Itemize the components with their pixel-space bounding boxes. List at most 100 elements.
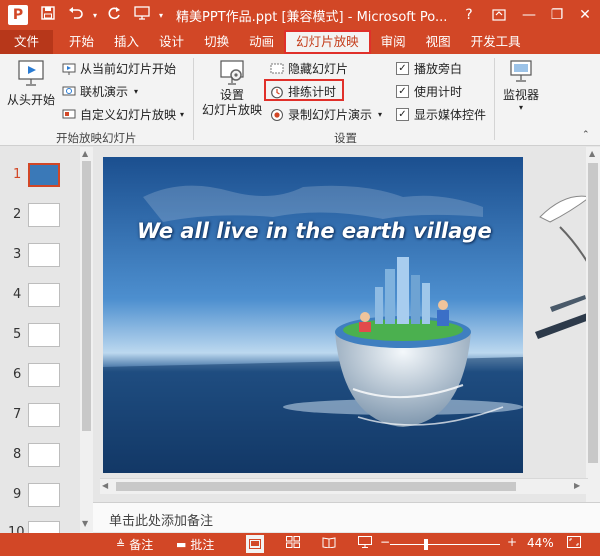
slide-thumbnail[interactable]: 7 bbox=[0, 403, 80, 433]
notes-toggle-button[interactable]: ≜ 备注 bbox=[116, 536, 153, 553]
slide-thumbnail[interactable]: 8 bbox=[0, 443, 80, 473]
slide-number: 4 bbox=[13, 287, 22, 302]
slide-thumbnail-image bbox=[28, 283, 60, 307]
tab-slide-show[interactable]: 幻灯片放映 bbox=[284, 30, 371, 54]
setup-slide-show-icon bbox=[220, 60, 244, 85]
setup-slide-show-label-2: 幻灯片放映 bbox=[201, 103, 262, 117]
slide-horizontal-scrollbar[interactable]: ◀ ▶ bbox=[100, 478, 588, 494]
from-current-slide-button[interactable]: 从当前幻灯片开始 bbox=[62, 60, 176, 77]
zoom-in-button[interactable]: + bbox=[507, 535, 517, 549]
show-media-controls-label: 显示媒体控件 bbox=[414, 108, 487, 122]
slide-scroll-thumb[interactable] bbox=[588, 163, 598, 463]
from-current-slide-label: 从当前幻灯片开始 bbox=[80, 62, 177, 76]
customize-quick-access-icon[interactable]: ▾ bbox=[156, 11, 166, 20]
notes-pane[interactable]: 单击此处添加备注 bbox=[93, 502, 600, 532]
slide-thumbnail[interactable]: 4 bbox=[0, 283, 80, 313]
slide-thumbnail[interactable]: 10 bbox=[0, 521, 80, 533]
tab-developer[interactable]: 开发工具 bbox=[461, 30, 531, 54]
slide-thumbnail[interactable]: 6 bbox=[0, 363, 80, 393]
scroll-right-icon[interactable]: ▶ bbox=[574, 481, 580, 490]
record-dropdown-icon[interactable]: ▾ bbox=[378, 110, 382, 119]
slide-thumbnail[interactable]: 9 bbox=[0, 483, 80, 513]
slide-number: 5 bbox=[13, 327, 22, 342]
comments-icon: ▬ bbox=[176, 538, 187, 551]
hide-slide-icon bbox=[270, 62, 284, 76]
custom-show-label: 自定义幻灯片放映 bbox=[80, 108, 177, 122]
tab-insert[interactable]: 插入 bbox=[104, 30, 149, 54]
slide-number: 10 bbox=[8, 525, 25, 533]
thumbnails-scrollbar[interactable]: ▲ ▼ bbox=[80, 147, 93, 533]
record-slide-show-label: 录制幻灯片演示 bbox=[288, 108, 373, 122]
tab-animations[interactable]: 动画 bbox=[239, 30, 284, 54]
monitor-dropdown-icon[interactable]: ▾ bbox=[519, 103, 523, 112]
slide-number: 7 bbox=[13, 407, 22, 422]
collapse-ribbon-icon[interactable]: ⌃ bbox=[582, 130, 590, 140]
from-beginning-quick-icon[interactable] bbox=[128, 6, 156, 24]
online-present-button[interactable]: 联机演示 ▾ bbox=[62, 83, 138, 100]
undo-icon[interactable] bbox=[62, 6, 90, 24]
horizontal-scroll-thumb[interactable] bbox=[116, 482, 516, 491]
slide-thumbnail-image bbox=[28, 163, 60, 187]
save-icon[interactable] bbox=[34, 6, 62, 24]
online-present-icon bbox=[62, 85, 76, 99]
record-slide-show-button[interactable]: 录制幻灯片演示 ▾ bbox=[270, 106, 382, 123]
slide-thumbnail[interactable]: 2 bbox=[0, 203, 80, 233]
use-timings-checkbox[interactable]: ✓ 使用计时 bbox=[396, 83, 462, 100]
slide-title[interactable]: We all live in the earth village bbox=[137, 219, 492, 243]
tab-file[interactable]: 文件 bbox=[0, 30, 54, 54]
slide-thumbnail[interactable]: 1 bbox=[0, 163, 80, 193]
slide-thumbnail-image bbox=[28, 243, 60, 267]
custom-show-dropdown-icon[interactable]: ▾ bbox=[180, 110, 184, 119]
tab-transitions[interactable]: 切换 bbox=[194, 30, 239, 54]
powerpoint-app-icon[interactable]: P bbox=[8, 5, 28, 25]
monitor-label: 监视器 bbox=[502, 88, 539, 102]
current-slide[interactable]: We all live in the earth village bbox=[103, 157, 523, 473]
scroll-left-icon[interactable]: ◀ bbox=[102, 481, 108, 490]
close-button[interactable]: ✕ bbox=[568, 0, 600, 30]
slide-thumbnail[interactable]: 5 bbox=[0, 323, 80, 353]
slide-thumbnail[interactable]: 3 bbox=[0, 243, 80, 273]
from-beginning-button[interactable]: 从头开始 bbox=[6, 58, 56, 114]
help-button[interactable]: ? bbox=[452, 0, 486, 30]
ribbon-panel: 从头开始 从当前幻灯片开始 联机演示 ▾ 自定义幻灯片放映 ▾ 开始放映幻灯片 bbox=[0, 54, 600, 146]
tab-home[interactable]: 开始 bbox=[59, 30, 104, 54]
custom-show-icon bbox=[62, 108, 76, 122]
ribbon-display-options-icon[interactable] bbox=[482, 0, 516, 30]
tab-review[interactable]: 审阅 bbox=[371, 30, 416, 54]
zoom-slider-thumb[interactable] bbox=[424, 539, 428, 550]
reading-view-icon[interactable] bbox=[322, 536, 336, 548]
comments-toggle-button[interactable]: ▬ 批注 bbox=[176, 536, 214, 553]
slide-thumbnail-image bbox=[28, 323, 60, 347]
slide-sorter-view-icon[interactable] bbox=[286, 536, 300, 548]
zoom-slider-track[interactable] bbox=[390, 544, 500, 545]
zoom-level[interactable]: 44% bbox=[527, 536, 554, 550]
scroll-down-icon[interactable]: ▼ bbox=[82, 519, 88, 528]
slide-thumbnail-image bbox=[28, 443, 60, 467]
online-present-dropdown-icon[interactable]: ▾ bbox=[134, 87, 138, 96]
rehearse-timings-highlight bbox=[264, 79, 344, 101]
thumbnails-scroll-thumb[interactable] bbox=[82, 161, 91, 431]
hide-slide-button[interactable]: 隐藏幻灯片 bbox=[270, 60, 348, 77]
slide-number: 3 bbox=[13, 247, 22, 262]
show-media-controls-checkbox[interactable]: ✓ 显示媒体控件 bbox=[396, 106, 486, 123]
slide-thumbnail-image bbox=[28, 403, 60, 427]
scroll-up-icon[interactable]: ▲ bbox=[82, 149, 88, 158]
tab-design[interactable]: 设计 bbox=[149, 30, 194, 54]
slide-thumbnail-image bbox=[28, 363, 60, 387]
fit-slide-icon[interactable] bbox=[567, 536, 581, 548]
tab-view[interactable]: 视图 bbox=[416, 30, 461, 54]
title-bar: P ▾ ▾ 精美PPT作品.ppt [兼容模式] - Microsoft Po.… bbox=[0, 0, 600, 30]
undo-dropdown-icon[interactable]: ▾ bbox=[90, 11, 100, 20]
slide-vertical-scrollbar[interactable]: ▲ bbox=[586, 147, 600, 502]
custom-show-button[interactable]: 自定义幻灯片放映 ▾ bbox=[62, 106, 184, 123]
setup-slide-show-button[interactable]: 设置 幻灯片放映 bbox=[198, 58, 266, 126]
monitor-button[interactable]: 监视器 ▾ bbox=[499, 58, 543, 114]
redo-icon[interactable] bbox=[100, 6, 128, 24]
slide-show-view-icon[interactable] bbox=[358, 536, 372, 548]
scroll-up-icon[interactable]: ▲ bbox=[589, 149, 595, 158]
normal-view-icon[interactable] bbox=[246, 535, 264, 553]
play-narrations-checkbox[interactable]: ✓ 播放旁白 bbox=[396, 60, 462, 77]
slide-number: 6 bbox=[13, 367, 22, 382]
zoom-out-button[interactable]: − bbox=[380, 535, 390, 549]
slide-number: 2 bbox=[13, 207, 22, 222]
